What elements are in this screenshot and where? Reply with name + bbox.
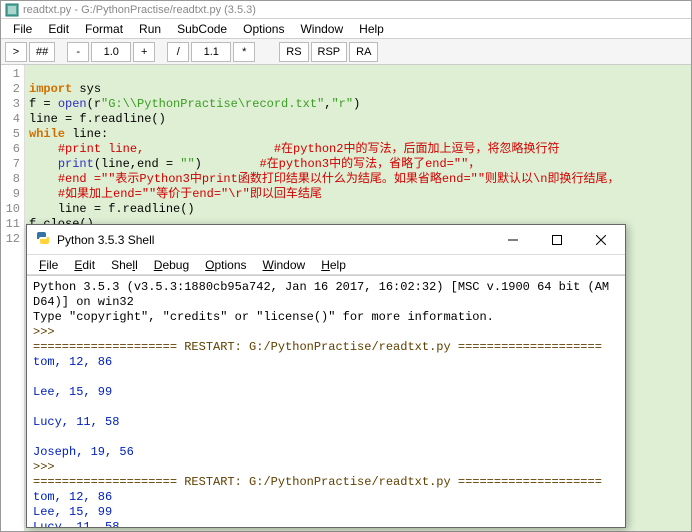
close-button[interactable] <box>579 226 623 254</box>
close-icon <box>596 235 606 245</box>
shell-prompt: >>> <box>33 460 62 474</box>
toolbar-zoom1-field[interactable]: 1.0 <box>91 42 131 62</box>
shell-title: Python 3.5.3 Shell <box>57 233 154 247</box>
toolbar-slash-button[interactable]: / <box>167 42 189 62</box>
shell-prompt: >>> <box>33 325 62 339</box>
shell-output[interactable]: Python 3.5.3 (v3.5.3:1880cb95a742, Jan 1… <box>27 275 625 527</box>
shell-menu-file[interactable]: File <box>31 256 66 274</box>
menu-run[interactable]: Run <box>131 20 169 38</box>
python-file-icon <box>5 3 19 17</box>
menu-window[interactable]: Window <box>292 20 351 38</box>
toolbar-zoom2-field[interactable]: 1.1 <box>191 42 231 62</box>
window-controls <box>491 226 623 254</box>
toolbar-plus-button[interactable]: + <box>133 42 155 62</box>
editor-menubar: File Edit Format Run SubCode Options Win… <box>1 19 691 39</box>
shell-window: Python 3.5.3 Shell File Edit Shell Debug… <box>26 224 626 528</box>
shell-menu-help[interactable]: Help <box>313 256 354 274</box>
shell-menu-edit[interactable]: Edit <box>66 256 103 274</box>
menu-edit[interactable]: Edit <box>40 20 77 38</box>
python-shell-icon <box>35 230 51 249</box>
maximize-button[interactable] <box>535 226 579 254</box>
minimize-icon <box>508 235 518 245</box>
menu-file[interactable]: File <box>5 20 40 38</box>
shell-menu-window[interactable]: Window <box>255 256 314 274</box>
toolbar-star-button[interactable]: * <box>233 42 255 62</box>
editor-title: readtxt.py - G:/PythonPractise/readtxt.p… <box>23 4 256 16</box>
shell-menubar: File Edit Shell Debug Options Window Hel… <box>27 255 625 275</box>
menu-format[interactable]: Format <box>77 20 131 38</box>
editor-toolbar: > ## - 1.0 + / 1.1 * RS RSP RA <box>1 39 691 65</box>
shell-menu-options[interactable]: Options <box>197 256 254 274</box>
menu-options[interactable]: Options <box>235 20 292 38</box>
toolbar-rsp-button[interactable]: RSP <box>311 42 348 62</box>
minimize-button[interactable] <box>491 226 535 254</box>
shell-titlebar[interactable]: Python 3.5.3 Shell <box>27 225 625 255</box>
toolbar-minus-button[interactable]: - <box>67 42 89 62</box>
maximize-icon <box>552 235 562 245</box>
menu-help[interactable]: Help <box>351 20 392 38</box>
menu-subcode[interactable]: SubCode <box>169 20 235 38</box>
toolbar-rs-button[interactable]: RS <box>279 42 308 62</box>
editor-titlebar: readtxt.py - G:/PythonPractise/readtxt.p… <box>1 1 691 19</box>
toolbar-run-button[interactable]: > <box>5 42 27 62</box>
shell-menu-debug[interactable]: Debug <box>146 256 197 274</box>
toolbar-hash-button[interactable]: ## <box>29 42 55 62</box>
line-number-gutter: 1 2 3 4 5 6 7 8 9 10 11 12 <box>1 65 25 531</box>
toolbar-ra-button[interactable]: RA <box>349 42 378 62</box>
shell-menu-shell[interactable]: Shell <box>103 256 146 274</box>
